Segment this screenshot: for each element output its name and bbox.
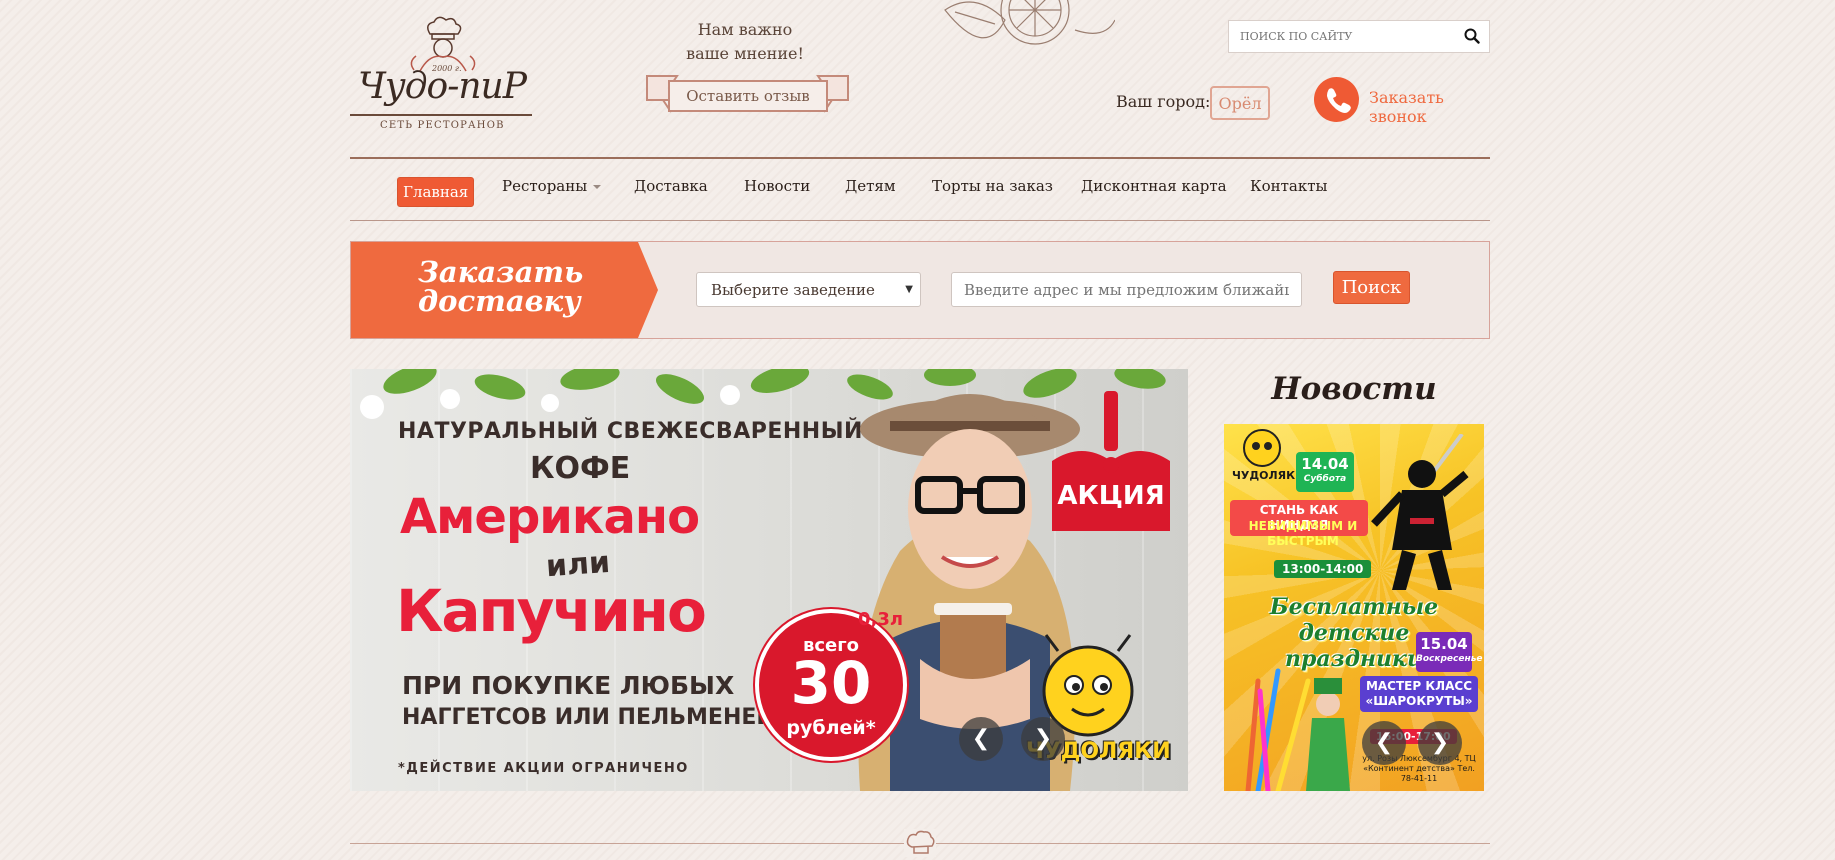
promo-prev-button[interactable]: ❮ bbox=[959, 717, 1003, 761]
feedback-line2: ваше мнение! bbox=[686, 44, 804, 63]
city-selector[interactable]: Орёл bbox=[1210, 86, 1270, 120]
nav-item-discount-card[interactable]: Дисконтная карта bbox=[1081, 177, 1227, 195]
ninja-image bbox=[1371, 434, 1469, 590]
chef-hat-icon bbox=[904, 829, 936, 857]
site-search bbox=[1228, 20, 1490, 53]
logo-name: Чудо-пиР bbox=[358, 66, 527, 107]
nav-item-home[interactable]: Главная bbox=[397, 177, 475, 207]
promo-next-button[interactable]: ❯ bbox=[1021, 717, 1065, 761]
find-venue-button[interactable]: Поиск bbox=[1333, 271, 1410, 304]
promo-line1: НАТУРАЛЬНЫЙ СВЕЖЕСВАРЕННЫЙ bbox=[398, 419, 863, 444]
promo-americano: Американо bbox=[400, 489, 700, 545]
news-brand: ЧУДОЛЯКИ bbox=[1232, 469, 1305, 482]
delivery-order-bar: Заказать доставку Выберите заведение ▼ П… bbox=[350, 241, 1490, 339]
news-time1: 13:00-14:00 bbox=[1274, 560, 1372, 578]
nav-item-restaurants[interactable]: Рестораны bbox=[502, 177, 602, 195]
caret-down-icon bbox=[593, 185, 602, 189]
nav-item-cakes[interactable]: Торты на заказ bbox=[932, 177, 1053, 195]
price-unit: рублей* bbox=[786, 717, 876, 739]
news-date2: 15.04 Воскресенье bbox=[1416, 632, 1483, 672]
promo-badge-label: АКЦИЯ bbox=[1057, 481, 1165, 511]
phone-icon-button[interactable] bbox=[1314, 77, 1359, 122]
news-masterclass: МАСТЕР КЛАСС «ШАРОКРУТЫ» bbox=[1360, 676, 1478, 712]
news-card[interactable]: ЧУДОЛЯКИ 14.04 Суббота СТАНЬ КАК НИНДЗЯ … bbox=[1224, 424, 1484, 791]
news-headline2: НЕВИДИМЫМ И БЫСТРЫМ bbox=[1248, 519, 1358, 548]
leave-review-button[interactable]: Оставить отзыв bbox=[668, 80, 828, 112]
page: 2000 г. Чудо-пиР СЕТЬ РЕСТОРАНОВ Нам важ… bbox=[350, 0, 1490, 860]
news-date1-value: 14.04 bbox=[1301, 455, 1349, 473]
nav-item-delivery[interactable]: Доставка bbox=[634, 177, 708, 195]
search-icon bbox=[1464, 28, 1480, 44]
dropdown-arrow-icon: ▼ bbox=[905, 284, 913, 295]
venue-select-value: Выберите заведение bbox=[711, 281, 875, 299]
news-prev-button[interactable]: ❮ bbox=[1362, 721, 1406, 765]
feedback-prompt: Нам важно ваше мнение! bbox=[640, 18, 850, 66]
logo-subtitle: СЕТЬ РЕСТОРАНОВ bbox=[380, 120, 505, 131]
delivery-title: Заказать доставку bbox=[418, 258, 583, 316]
address-input[interactable] bbox=[951, 272, 1302, 307]
news-date1: 14.04 Суббота bbox=[1296, 452, 1354, 492]
news-day1: Суббота bbox=[1303, 474, 1347, 484]
logo-underline bbox=[350, 114, 532, 116]
city-label: Ваш город: bbox=[1116, 92, 1211, 111]
news-heading: Новости bbox=[1271, 371, 1437, 407]
search-input[interactable] bbox=[1229, 21, 1451, 52]
news-day2: Воскресенье bbox=[1416, 654, 1483, 664]
price-value: 30 bbox=[790, 649, 872, 717]
site-logo[interactable]: 2000 г. Чудо-пиР СЕТЬ РЕСТОРАНОВ bbox=[350, 16, 532, 136]
nav-item-news[interactable]: Новости bbox=[744, 177, 810, 195]
citrus-sketch-icon bbox=[944, 0, 1115, 45]
nav-item-kids[interactable]: Детям bbox=[845, 177, 896, 195]
price-badge: всего 30 рублей* bbox=[755, 609, 907, 761]
venue-select[interactable]: Выберите заведение ▼ bbox=[696, 272, 921, 307]
news-date2-value: 15.04 bbox=[1420, 635, 1468, 653]
promo-slider: НАТУРАЛЬНЫЙ СВЕЖЕСВАРЕННЫЙ КОФЕ Американ… bbox=[350, 369, 1188, 791]
cafe-bee-mini-icon bbox=[1243, 429, 1281, 467]
clowns-image bbox=[1245, 668, 1350, 791]
delivery-title-line1: Заказать bbox=[418, 255, 584, 289]
promo-line2: КОФЕ bbox=[530, 451, 631, 486]
delivery-title-line2: доставку bbox=[418, 284, 581, 318]
promo-cappuccino: Капучино bbox=[396, 577, 707, 645]
promo-line6: ПРИ ПОКУПКЕ ЛЮБЫХ bbox=[402, 671, 735, 700]
feedback-line1: Нам важно bbox=[697, 20, 793, 39]
phone-icon bbox=[1327, 88, 1351, 113]
news-next-button[interactable]: ❯ bbox=[1418, 721, 1462, 765]
nav-item-label: Рестораны bbox=[502, 177, 588, 195]
promo-line7: НАГГЕТСОВ ИЛИ ПЕЛЬМЕНЕЙ bbox=[402, 705, 775, 730]
cup-volume: 0,3л bbox=[858, 609, 904, 630]
main-nav: Главная Рестораны Доставка Новости Детям… bbox=[350, 157, 1490, 221]
search-button[interactable] bbox=[1461, 26, 1483, 48]
nav-item-contacts[interactable]: Контакты bbox=[1250, 177, 1328, 195]
request-call-link[interactable]: Заказать звонок bbox=[1369, 88, 1490, 126]
promo-disclaimer: *ДЕЙСТВИЕ АКЦИИ ОГРАНИЧЕНО bbox=[398, 761, 689, 776]
